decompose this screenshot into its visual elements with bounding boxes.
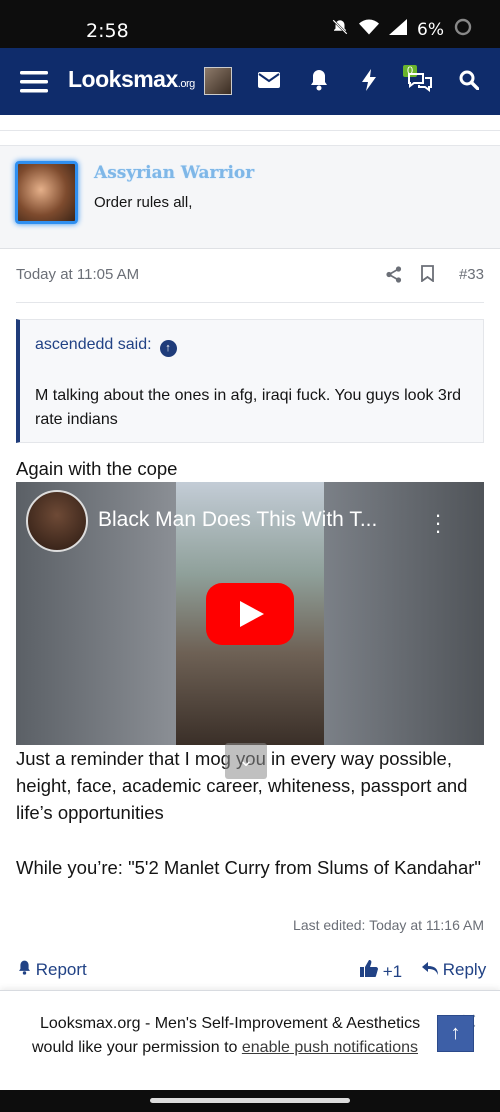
- divider: [16, 302, 484, 303]
- reply-button[interactable]: Reply: [422, 960, 486, 980]
- wifi-icon: [359, 19, 380, 40]
- mute-icon: [331, 18, 349, 41]
- logo-suffix: .org: [177, 78, 195, 90]
- signal-icon: [389, 19, 408, 40]
- push-notification-banner: Looksmax.org - Men's Self-Improvement & …: [0, 990, 500, 1090]
- share-icon[interactable]: [386, 266, 402, 288]
- site-logo[interactable]: Looksmax.org: [68, 66, 195, 93]
- blockquote-header[interactable]: ascendedd said: ↑: [35, 336, 177, 357]
- quoted-post-author[interactable]: Assyrian Warrior: [94, 163, 254, 183]
- status-bar: 2:58 6%: [0, 0, 500, 48]
- arrow-up-icon[interactable]: ↑: [159, 340, 177, 357]
- like-count: +1: [382, 962, 403, 981]
- avatar[interactable]: [15, 161, 78, 224]
- post-meta: Today at 11:05 AM #33: [16, 265, 484, 283]
- post-actions: Report +1 Reply: [0, 958, 500, 982]
- reply-label: Reply: [442, 960, 487, 979]
- more-vert-icon[interactable]: · · ·: [434, 504, 442, 542]
- battery-text: 6%: [417, 19, 444, 40]
- mail-icon[interactable]: [258, 72, 280, 93]
- last-edited: Last edited: Today at 11:16 AM: [293, 917, 484, 933]
- post-line: Again with the cope: [16, 458, 178, 479]
- battery-icon: [454, 18, 472, 41]
- channel-avatar[interactable]: [26, 490, 88, 552]
- banner-line-1: Looksmax.org - Men's Self-Improvement & …: [40, 1015, 421, 1032]
- search-icon[interactable]: [459, 70, 480, 95]
- blockquote-author: ascendedd said:: [35, 336, 152, 353]
- status-icons: 6%: [331, 18, 472, 41]
- play-button[interactable]: [206, 583, 294, 645]
- system-nav-bar: [0, 1090, 500, 1112]
- bolt-icon[interactable]: [362, 69, 376, 96]
- quoted-post-card: [0, 145, 500, 249]
- logo-main: Looksmax: [68, 66, 178, 92]
- scroll-top-button[interactable]: ↑: [437, 1015, 474, 1052]
- chat-icon[interactable]: [407, 70, 433, 97]
- report-button[interactable]: Report: [18, 960, 87, 980]
- top-navbar: Looksmax.org 0: [0, 48, 500, 115]
- bell-icon: [18, 960, 31, 979]
- banner-line-2: would like your permission to enable pus…: [32, 1039, 472, 1057]
- bookmark-icon[interactable]: [421, 265, 434, 287]
- post-paragraph-2: While you’re: "5'2 Manlet Curry from Slu…: [16, 857, 481, 878]
- banner-prefix: would like your permission to: [32, 1039, 242, 1056]
- video-embed[interactable]: Black Man Does This With T... · · ·: [16, 482, 484, 745]
- chevron-down-icon[interactable]: ⌄: [225, 743, 267, 779]
- quoted-post-text: Order rules all,: [94, 194, 193, 211]
- status-time: 2:58: [86, 20, 129, 42]
- bell-icon[interactable]: [310, 69, 328, 96]
- menu-icon[interactable]: [20, 70, 48, 99]
- thumbs-up-icon: [360, 960, 378, 981]
- arrow-up-icon: ↑: [450, 1022, 461, 1044]
- home-gesture-pill[interactable]: [150, 1098, 350, 1103]
- avatar[interactable]: [204, 67, 232, 95]
- video-title[interactable]: Black Man Does This With T...: [98, 508, 377, 532]
- post-number[interactable]: #33: [459, 266, 484, 283]
- like-button[interactable]: +1: [360, 960, 402, 982]
- post-timestamp[interactable]: Today at 11:05 AM: [16, 266, 139, 283]
- blockquote: ascendedd said: ↑ M talking about the one…: [16, 319, 484, 443]
- report-label: Report: [35, 960, 87, 979]
- reply-icon: [422, 960, 438, 979]
- blockquote-body: M talking about the ones in afg, iraqi f…: [35, 387, 462, 428]
- subnav-strip: [0, 115, 500, 131]
- enable-push-link[interactable]: enable push notifications: [242, 1039, 418, 1056]
